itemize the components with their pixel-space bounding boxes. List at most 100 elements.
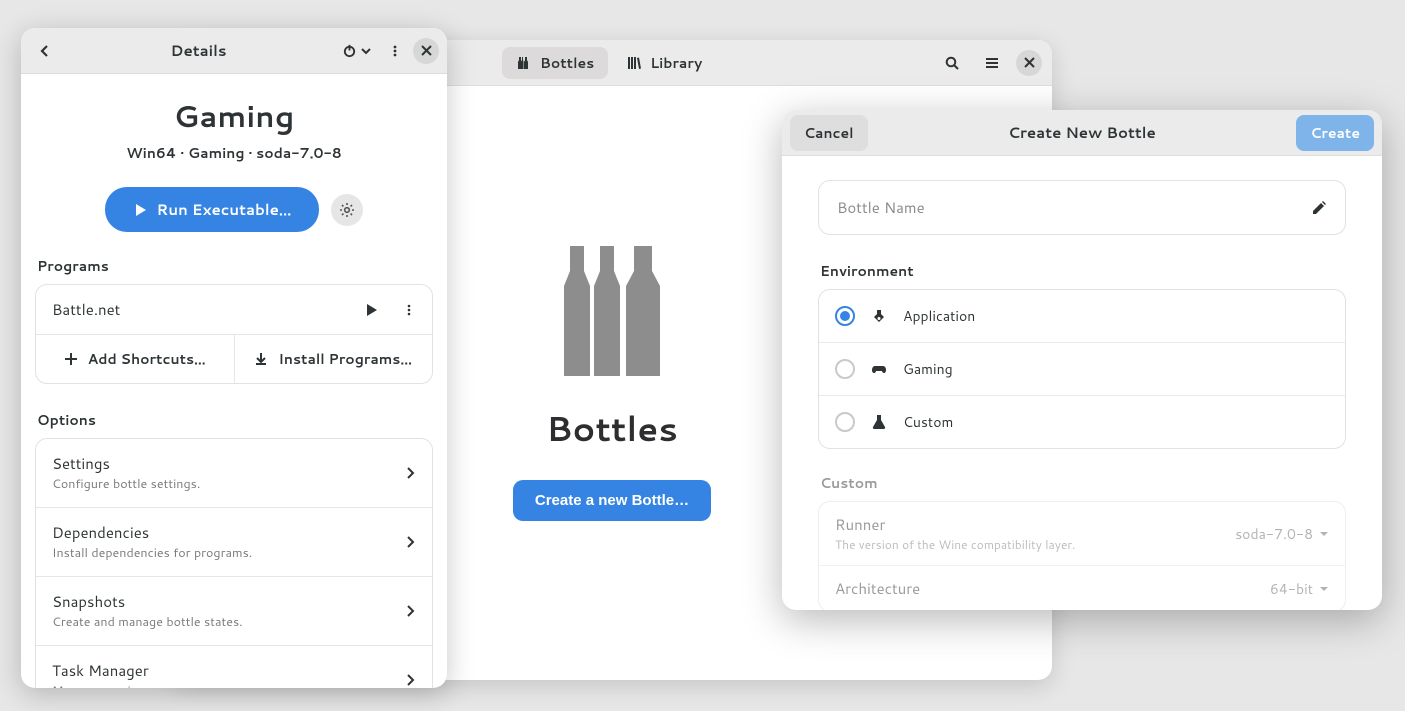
download-icon <box>254 352 268 366</box>
create-title: Create New Bottle <box>868 122 1297 143</box>
bottle-name: Gaming <box>35 94 433 137</box>
close-icon <box>421 45 432 56</box>
view-switcher: Bottles Library <box>502 47 716 79</box>
option-title: Task Manager <box>52 660 392 681</box>
tab-library-label: Library <box>650 53 702 73</box>
kebab-icon[interactable] <box>402 303 416 317</box>
env-name: Custom <box>903 412 953 432</box>
tab-bottles[interactable]: Bottles <box>502 47 608 79</box>
power-icon <box>342 43 357 58</box>
options-section-label: Options <box>37 410 433 430</box>
details-panel: Details Gaming Wi <box>21 28 447 688</box>
radio-button[interactable] <box>835 412 855 432</box>
chevron-right-icon <box>404 536 416 548</box>
run-executable-button[interactable]: Run Executable… <box>105 187 320 232</box>
chevron-left-icon <box>38 44 52 58</box>
custom-row-title: Architecture <box>835 578 1270 599</box>
custom-runner-row[interactable]: Runner The version of the Wine compatibi… <box>819 502 1345 566</box>
options-card: Settings Configure bottle settings. Depe… <box>35 438 433 688</box>
option-dependencies[interactable]: Dependencies Install dependencies for pr… <box>36 508 432 577</box>
option-snapshots[interactable]: Snapshots Create and manage bottle state… <box>36 577 432 646</box>
application-icon <box>871 308 887 324</box>
env-name: Application <box>903 306 975 326</box>
gamepad-icon <box>871 361 887 377</box>
environment-list: Application Gaming Custom <box>818 289 1346 449</box>
details-body: Gaming Win64 · Gaming · soda-7.0-8 Run E… <box>21 74 447 688</box>
install-programs-button[interactable]: Install Programs… <box>235 335 433 383</box>
dropdown-icon <box>1319 529 1329 539</box>
flask-icon <box>871 414 887 430</box>
chevron-right-icon <box>404 467 416 479</box>
option-title: Settings <box>52 453 392 474</box>
bottle-subtitle: Win64 · Gaming · soda-7.0-8 <box>35 143 433 163</box>
custom-row-sub: The version of the Wine compatibility la… <box>835 536 1235 553</box>
run-settings-button[interactable] <box>331 194 363 226</box>
env-custom[interactable]: Custom <box>819 396 1345 448</box>
programs-card: Battle.net Add Shortcuts… <box>35 284 433 384</box>
back-button[interactable] <box>29 35 61 67</box>
dropdown-icon <box>1319 584 1329 594</box>
run-executable-label: Run Executable… <box>157 199 292 220</box>
custom-row-value: 64-bit <box>1270 579 1329 599</box>
play-icon[interactable] <box>364 303 378 317</box>
custom-list: Runner The version of the Wine compatibi… <box>818 501 1346 610</box>
option-sub: Configure bottle settings. <box>52 475 392 493</box>
play-icon <box>133 203 147 217</box>
bottle-name-input[interactable]: Bottle Name <box>818 180 1346 235</box>
program-row[interactable]: Battle.net <box>36 285 432 335</box>
custom-arch-row[interactable]: Architecture 64-bit <box>819 566 1345 610</box>
kebab-icon <box>388 44 402 58</box>
close-icon <box>1024 57 1035 68</box>
option-task-manager[interactable]: Task Manager Manage running programs. <box>36 646 432 688</box>
env-application[interactable]: Application <box>819 290 1345 343</box>
option-title: Snapshots <box>52 591 392 612</box>
create-button[interactable]: Create <box>1296 115 1374 151</box>
option-sub: Install dependencies for programs. <box>52 544 392 562</box>
menu-button[interactable] <box>976 47 1008 79</box>
create-body: Bottle Name Environment Application Gami… <box>782 156 1382 610</box>
env-gaming[interactable]: Gaming <box>819 343 1345 396</box>
radio-button[interactable] <box>835 359 855 379</box>
chevron-down-icon <box>361 46 371 56</box>
create-header: Cancel Create New Bottle Create <box>782 110 1382 156</box>
cancel-button[interactable]: Cancel <box>790 115 868 151</box>
create-bottle-dialog: Cancel Create New Bottle Create Bottle N… <box>782 110 1382 610</box>
add-shortcuts-label: Add Shortcuts… <box>88 349 206 369</box>
details-title: Details <box>61 40 336 61</box>
option-sub: Manage running programs. <box>52 682 392 688</box>
add-shortcuts-button[interactable]: Add Shortcuts… <box>36 335 235 383</box>
gear-icon <box>339 202 355 218</box>
details-close-button[interactable] <box>413 38 439 64</box>
program-name: Battle.net <box>52 299 352 320</box>
search-icon <box>944 55 960 71</box>
radio-button[interactable] <box>835 306 855 326</box>
power-menu-button[interactable] <box>336 35 377 67</box>
create-new-bottle-button[interactable]: Create a new Bottle… <box>513 480 711 521</box>
option-title: Dependencies <box>52 522 392 543</box>
custom-row-value: soda-7.0-8 <box>1235 524 1329 544</box>
bottles-icon <box>516 55 532 71</box>
details-header: Details <box>21 28 447 74</box>
library-icon <box>626 55 642 71</box>
chevron-right-icon <box>404 674 416 686</box>
option-settings[interactable]: Settings Configure bottle settings. <box>36 439 432 508</box>
edit-icon <box>1311 200 1327 216</box>
tab-library[interactable]: Library <box>612 47 716 79</box>
main-close-button[interactable] <box>1016 50 1042 76</box>
plus-icon <box>64 352 78 366</box>
custom-section: Custom Runner The version of the Wine co… <box>818 473 1346 610</box>
hamburger-icon <box>984 55 1000 71</box>
chevron-right-icon <box>404 605 416 617</box>
programs-section-label: Programs <box>37 256 433 276</box>
kebab-menu-button[interactable] <box>379 35 411 67</box>
custom-section-label: Custom <box>820 473 1346 493</box>
environment-label: Environment <box>820 261 1346 281</box>
env-name: Gaming <box>903 359 953 379</box>
bottle-name-placeholder: Bottle Name <box>837 197 1301 218</box>
custom-row-title: Runner <box>835 514 1235 535</box>
option-sub: Create and manage bottle states. <box>52 613 392 631</box>
bottles-illustration <box>552 246 672 376</box>
tab-bottles-label: Bottles <box>540 53 594 73</box>
install-programs-label: Install Programs… <box>278 349 412 369</box>
search-button[interactable] <box>936 47 968 79</box>
